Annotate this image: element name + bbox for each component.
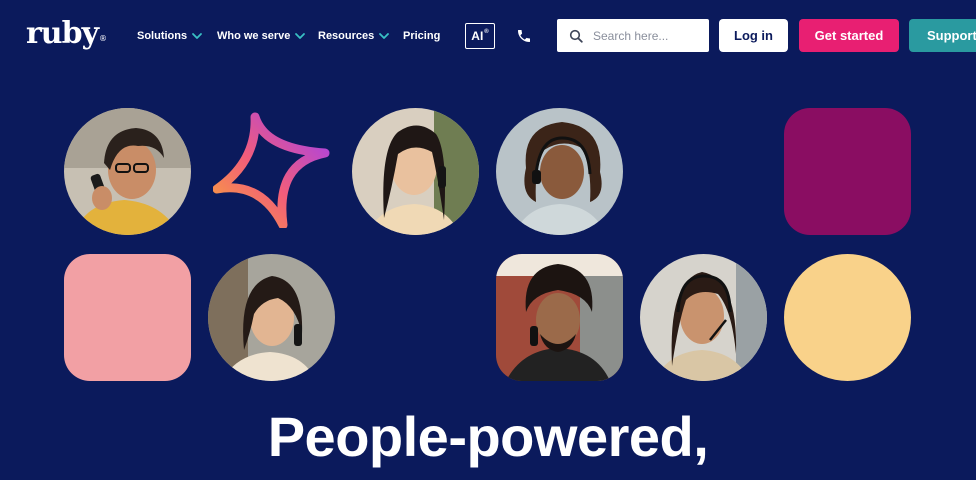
phone-icon[interactable] xyxy=(516,28,532,44)
receptionist-photo-1 xyxy=(64,108,191,235)
chevron-down-icon xyxy=(192,33,203,39)
ai-label: AI xyxy=(471,29,484,43)
decorative-plum-square xyxy=(784,108,911,235)
ruby-logo[interactable]: ruby® xyxy=(26,18,107,57)
support-button[interactable]: Support xyxy=(909,19,976,52)
top-navigation: ruby® Solutions Who we serve Resources P… xyxy=(0,0,976,72)
search-box[interactable] xyxy=(557,19,709,52)
ai-registered-mark: ® xyxy=(484,29,489,35)
nav-item-label: Who we serve xyxy=(217,30,291,42)
nav-item-label: Pricing xyxy=(403,30,441,42)
sparkle-star-graphic xyxy=(213,111,330,228)
hero-headline: People-powered, xyxy=(267,405,709,468)
log-in-button[interactable]: Log in xyxy=(719,19,788,52)
decorative-blush-square xyxy=(64,254,191,381)
search-input[interactable] xyxy=(593,28,703,43)
receptionist-photo-2 xyxy=(352,108,479,235)
decorative-butter-circle xyxy=(784,254,911,381)
ai-button[interactable]: AI ® xyxy=(465,23,495,49)
receptionist-photo-3 xyxy=(496,108,623,235)
nav-item-who-we-serve[interactable]: Who we serve xyxy=(217,28,306,44)
nav-item-label: Solutions xyxy=(137,30,188,42)
logo-text: ruby xyxy=(26,16,99,51)
logo-registered-mark: ® xyxy=(99,34,108,43)
nav-item-pricing[interactable]: Pricing xyxy=(403,28,440,44)
nav-item-resources[interactable]: Resources xyxy=(318,28,390,44)
chevron-down-icon xyxy=(295,33,306,39)
receptionist-photo-4 xyxy=(208,254,335,381)
chevron-down-icon xyxy=(379,33,390,39)
nav-item-label: Resources xyxy=(318,30,375,42)
search-icon xyxy=(569,29,583,43)
receptionist-photo-5 xyxy=(496,254,623,381)
receptionist-photo-6 xyxy=(640,254,767,381)
nav-item-solutions[interactable]: Solutions xyxy=(137,28,203,44)
get-started-button[interactable]: Get started xyxy=(799,19,899,52)
